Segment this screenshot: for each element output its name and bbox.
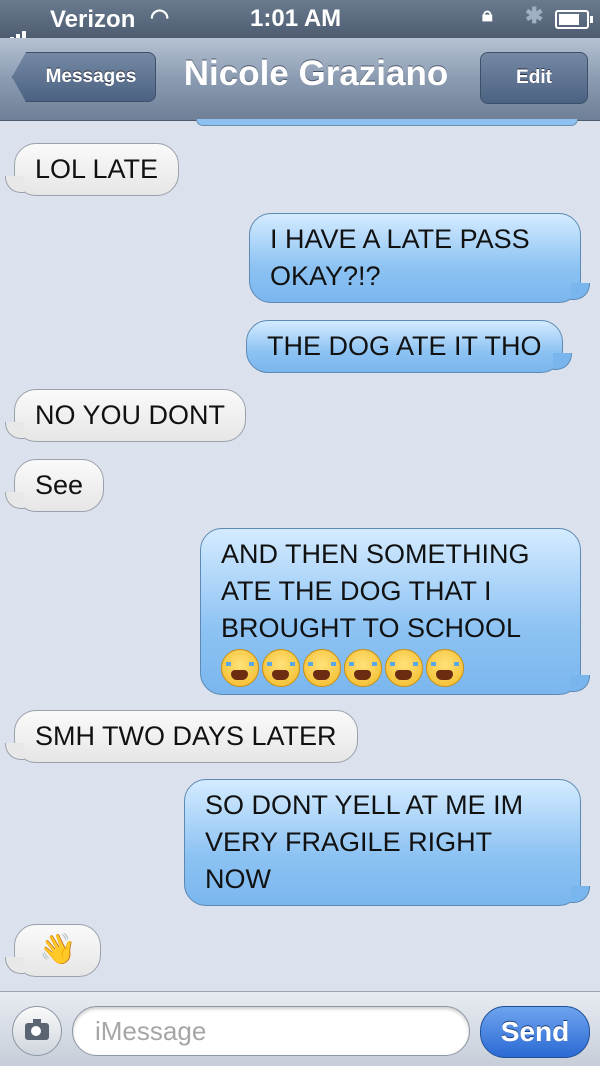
incoming-message[interactable]: LOL LATE	[4, 143, 180, 196]
navigation-bar: Messages Nicole Graziano Edit	[0, 38, 600, 121]
message-text: I HAVE A LATE PASS OKAY?!?	[270, 224, 530, 291]
waving-hand-icon: 👋	[39, 933, 77, 966]
bluetooth-icon: ✱	[525, 3, 544, 28]
incoming-message[interactable]: 👋	[4, 924, 102, 977]
carrier-name: Verizon	[50, 6, 136, 33]
battery-icon	[555, 10, 593, 29]
camera-icon	[25, 1018, 49, 1040]
camera-button[interactable]	[12, 1006, 62, 1056]
outgoing-message[interactable]: AND THEN SOMETHING ATE THE DOG THAT I BR…	[200, 528, 590, 695]
message-text: SO DONT YELL AT ME IM VERY FRAGILE RIGHT…	[205, 790, 524, 894]
wifi-icon: ◠	[150, 4, 170, 29]
message-text: See	[35, 470, 84, 500]
crying-face-icon	[426, 649, 464, 687]
message-text: THE DOG ATE IT THO	[267, 331, 542, 361]
outgoing-message[interactable]: THE DOG ATE IT THO	[246, 320, 572, 373]
message-text: SMH TWO DAYS LATER	[35, 721, 337, 751]
emoji-row	[221, 649, 560, 687]
edit-button[interactable]: Edit	[480, 52, 588, 104]
crying-face-icon	[344, 649, 382, 687]
crying-face-icon	[221, 649, 259, 687]
crying-face-icon	[303, 649, 341, 687]
outgoing-message[interactable]: SO DONT YELL AT ME IM VERY FRAGILE RIGHT…	[184, 779, 590, 906]
back-button[interactable]: Messages	[12, 52, 156, 102]
incoming-message[interactable]: SMH TWO DAYS LATER	[5, 710, 358, 763]
incoming-message[interactable]: See	[4, 459, 105, 512]
send-button[interactable]: Send	[480, 1006, 590, 1058]
compose-bar: Send	[0, 991, 600, 1066]
previous-message-bubble	[196, 119, 578, 126]
rotation-lock-icon: 🔒︎	[482, 4, 493, 26]
clock: 1:01 AM	[250, 5, 342, 32]
message-thread[interactable]: LOL LATE I HAVE A LATE PASS OKAY?!? THE …	[0, 119, 600, 991]
message-text: LOL LATE	[35, 154, 159, 184]
message-text: AND THEN SOMETHING ATE THE DOG THAT I BR…	[221, 539, 530, 643]
message-input[interactable]	[72, 1006, 470, 1056]
conversation-title: Nicole Graziano	[183, 54, 449, 93]
crying-face-icon	[385, 649, 423, 687]
outgoing-message[interactable]: I HAVE A LATE PASS OKAY?!?	[249, 213, 590, 303]
battery-level-fill	[559, 14, 579, 25]
crying-face-icon	[262, 649, 300, 687]
status-bar: Verizon ◠ 1:01 AM 🔒︎ ✱	[0, 0, 600, 42]
incoming-message[interactable]: NO YOU DONT	[4, 389, 247, 442]
message-text: NO YOU DONT	[35, 400, 226, 430]
